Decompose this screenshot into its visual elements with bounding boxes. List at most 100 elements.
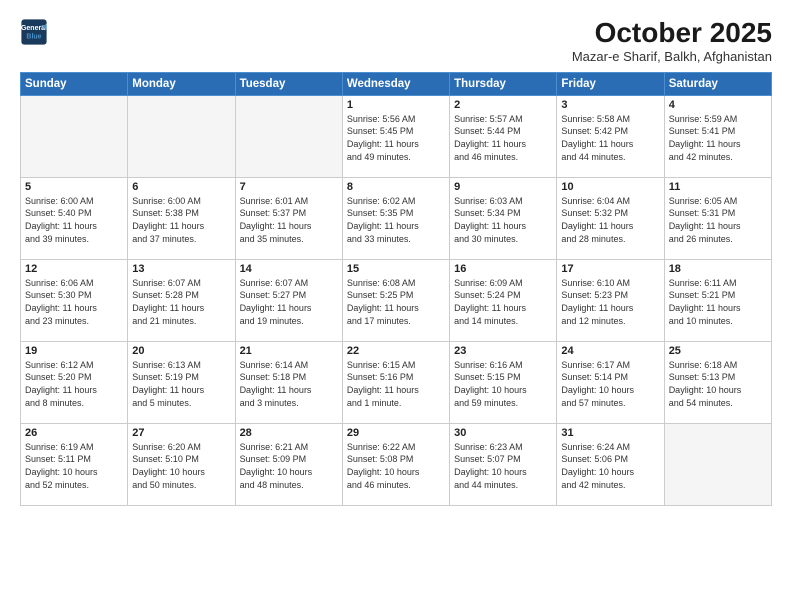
day-info: Sunrise: 6:07 AM Sunset: 5:27 PM Dayligh…: [240, 277, 338, 327]
calendar-cell: 14 Sunrise: 6:07 AM Sunset: 5:27 PM Dayli…: [235, 259, 342, 341]
calendar-cell: [235, 95, 342, 177]
title-section: October 2025 Mazar-e Sharif, Balkh, Afgh…: [572, 18, 772, 64]
weekday-header-monday: Monday: [128, 72, 235, 95]
month-title: October 2025: [572, 18, 772, 49]
calendar-cell: 19 Sunrise: 6:12 AM Sunset: 5:20 PM Dayli…: [21, 341, 128, 423]
day-number: 16: [454, 263, 552, 275]
day-info: Sunrise: 5:57 AM Sunset: 5:44 PM Dayligh…: [454, 113, 552, 163]
calendar-cell: 23 Sunrise: 6:16 AM Sunset: 5:15 PM Dayli…: [450, 341, 557, 423]
weekday-header-row: SundayMondayTuesdayWednesdayThursdayFrid…: [21, 72, 772, 95]
calendar-week-row: 12 Sunrise: 6:06 AM Sunset: 5:30 PM Dayli…: [21, 259, 772, 341]
day-info: Sunrise: 6:04 AM Sunset: 5:32 PM Dayligh…: [561, 195, 659, 245]
day-number: 22: [347, 345, 445, 357]
day-number: 24: [561, 345, 659, 357]
day-number: 14: [240, 263, 338, 275]
svg-text:Blue: Blue: [26, 33, 41, 40]
calendar-cell: 13 Sunrise: 6:07 AM Sunset: 5:28 PM Dayli…: [128, 259, 235, 341]
day-number: 5: [25, 181, 123, 193]
day-info: Sunrise: 6:01 AM Sunset: 5:37 PM Dayligh…: [240, 195, 338, 245]
calendar-cell: 16Sunrise: 6:09 AM Sunset: 5:24 PM Dayli…: [450, 259, 557, 341]
location-subtitle: Mazar-e Sharif, Balkh, Afghanistan: [572, 49, 772, 64]
day-info: Sunrise: 6:23 AM Sunset: 5:07 PM Dayligh…: [454, 441, 552, 491]
page: General Blue October 2025 Mazar-e Sharif…: [0, 0, 792, 612]
day-number: 18: [669, 263, 767, 275]
day-number: 4: [669, 99, 767, 111]
calendar-cell: [128, 95, 235, 177]
day-info: Sunrise: 6:19 AM Sunset: 5:11 PM Dayligh…: [25, 441, 123, 491]
day-number: 17: [561, 263, 659, 275]
calendar-week-row: 19 Sunrise: 6:12 AM Sunset: 5:20 PM Dayli…: [21, 341, 772, 423]
calendar-week-row: 26Sunrise: 6:19 AM Sunset: 5:11 PM Dayli…: [21, 423, 772, 505]
day-number: 6: [132, 181, 230, 193]
day-info: Sunrise: 6:10 AM Sunset: 5:23 PM Dayligh…: [561, 277, 659, 327]
day-info: Sunrise: 6:05 AM Sunset: 5:31 PM Dayligh…: [669, 195, 767, 245]
calendar-cell: 10 Sunrise: 6:04 AM Sunset: 5:32 PM Dayli…: [557, 177, 664, 259]
calendar-cell: 1Sunrise: 5:56 AM Sunset: 5:45 PM Daylig…: [342, 95, 449, 177]
calendar-week-row: 5 Sunrise: 6:00 AM Sunset: 5:40 PM Daylig…: [21, 177, 772, 259]
day-number: 27: [132, 427, 230, 439]
day-info: Sunrise: 6:07 AM Sunset: 5:28 PM Dayligh…: [132, 277, 230, 327]
calendar-cell: [664, 423, 771, 505]
calendar-cell: 7 Sunrise: 6:01 AM Sunset: 5:37 PM Daylig…: [235, 177, 342, 259]
weekday-header-wednesday: Wednesday: [342, 72, 449, 95]
day-info: Sunrise: 6:03 AM Sunset: 5:34 PM Dayligh…: [454, 195, 552, 245]
day-number: 13: [132, 263, 230, 275]
day-number: 19: [25, 345, 123, 357]
day-number: 20: [132, 345, 230, 357]
calendar-cell: 25 Sunrise: 6:18 AM Sunset: 5:13 PM Dayli…: [664, 341, 771, 423]
day-info: Sunrise: 6:02 AM Sunset: 5:35 PM Dayligh…: [347, 195, 445, 245]
day-number: 9: [454, 181, 552, 193]
calendar-cell: 15Sunrise: 6:08 AM Sunset: 5:25 PM Dayli…: [342, 259, 449, 341]
day-info: Sunrise: 6:24 AM Sunset: 5:06 PM Dayligh…: [561, 441, 659, 491]
day-info: Sunrise: 6:13 AM Sunset: 5:19 PM Dayligh…: [132, 359, 230, 409]
calendar-table: SundayMondayTuesdayWednesdayThursdayFrid…: [20, 72, 772, 506]
day-info: Sunrise: 6:06 AM Sunset: 5:30 PM Dayligh…: [25, 277, 123, 327]
calendar-cell: 8 Sunrise: 6:02 AM Sunset: 5:35 PM Daylig…: [342, 177, 449, 259]
day-number: 21: [240, 345, 338, 357]
day-number: 23: [454, 345, 552, 357]
day-info: Sunrise: 6:18 AM Sunset: 5:13 PM Dayligh…: [669, 359, 767, 409]
header: General Blue October 2025 Mazar-e Sharif…: [20, 18, 772, 64]
calendar-cell: 31 Sunrise: 6:24 AM Sunset: 5:06 PM Dayli…: [557, 423, 664, 505]
logo-icon: General Blue: [20, 18, 48, 46]
day-number: 30: [454, 427, 552, 439]
calendar-cell: 30 Sunrise: 6:23 AM Sunset: 5:07 PM Dayli…: [450, 423, 557, 505]
day-info: Sunrise: 6:20 AM Sunset: 5:10 PM Dayligh…: [132, 441, 230, 491]
day-number: 7: [240, 181, 338, 193]
calendar-cell: 26Sunrise: 6:19 AM Sunset: 5:11 PM Dayli…: [21, 423, 128, 505]
weekday-header-thursday: Thursday: [450, 72, 557, 95]
calendar-cell: 20 Sunrise: 6:13 AM Sunset: 5:19 PM Dayli…: [128, 341, 235, 423]
calendar-cell: 27 Sunrise: 6:20 AM Sunset: 5:10 PM Dayli…: [128, 423, 235, 505]
day-info: Sunrise: 6:11 AM Sunset: 5:21 PM Dayligh…: [669, 277, 767, 327]
day-number: 25: [669, 345, 767, 357]
day-info: Sunrise: 5:58 AM Sunset: 5:42 PM Dayligh…: [561, 113, 659, 163]
day-number: 12: [25, 263, 123, 275]
calendar-cell: 4 Sunrise: 5:59 AM Sunset: 5:41 PM Daylig…: [664, 95, 771, 177]
day-info: Sunrise: 6:08 AM Sunset: 5:25 PM Dayligh…: [347, 277, 445, 327]
calendar-cell: 29Sunrise: 6:22 AM Sunset: 5:08 PM Dayli…: [342, 423, 449, 505]
day-info: Sunrise: 6:17 AM Sunset: 5:14 PM Dayligh…: [561, 359, 659, 409]
calendar-cell: 12 Sunrise: 6:06 AM Sunset: 5:30 PM Dayli…: [21, 259, 128, 341]
calendar-week-row: 1Sunrise: 5:56 AM Sunset: 5:45 PM Daylig…: [21, 95, 772, 177]
day-number: 11: [669, 181, 767, 193]
day-info: Sunrise: 6:12 AM Sunset: 5:20 PM Dayligh…: [25, 359, 123, 409]
day-info: Sunrise: 6:14 AM Sunset: 5:18 PM Dayligh…: [240, 359, 338, 409]
calendar-cell: 6 Sunrise: 6:00 AM Sunset: 5:38 PM Daylig…: [128, 177, 235, 259]
calendar-cell: 18 Sunrise: 6:11 AM Sunset: 5:21 PM Dayli…: [664, 259, 771, 341]
day-info: Sunrise: 6:21 AM Sunset: 5:09 PM Dayligh…: [240, 441, 338, 491]
calendar-cell: [21, 95, 128, 177]
day-number: 2: [454, 99, 552, 111]
calendar-cell: 3Sunrise: 5:58 AM Sunset: 5:42 PM Daylig…: [557, 95, 664, 177]
day-info: Sunrise: 6:00 AM Sunset: 5:40 PM Dayligh…: [25, 195, 123, 245]
calendar-cell: 17 Sunrise: 6:10 AM Sunset: 5:23 PM Dayli…: [557, 259, 664, 341]
day-info: Sunrise: 6:16 AM Sunset: 5:15 PM Dayligh…: [454, 359, 552, 409]
logo: General Blue: [20, 18, 50, 46]
calendar-cell: 11 Sunrise: 6:05 AM Sunset: 5:31 PM Dayli…: [664, 177, 771, 259]
day-info: Sunrise: 6:00 AM Sunset: 5:38 PM Dayligh…: [132, 195, 230, 245]
day-number: 31: [561, 427, 659, 439]
day-info: Sunrise: 5:59 AM Sunset: 5:41 PM Dayligh…: [669, 113, 767, 163]
calendar-cell: 22Sunrise: 6:15 AM Sunset: 5:16 PM Dayli…: [342, 341, 449, 423]
day-number: 8: [347, 181, 445, 193]
day-number: 10: [561, 181, 659, 193]
calendar-cell: 5 Sunrise: 6:00 AM Sunset: 5:40 PM Daylig…: [21, 177, 128, 259]
